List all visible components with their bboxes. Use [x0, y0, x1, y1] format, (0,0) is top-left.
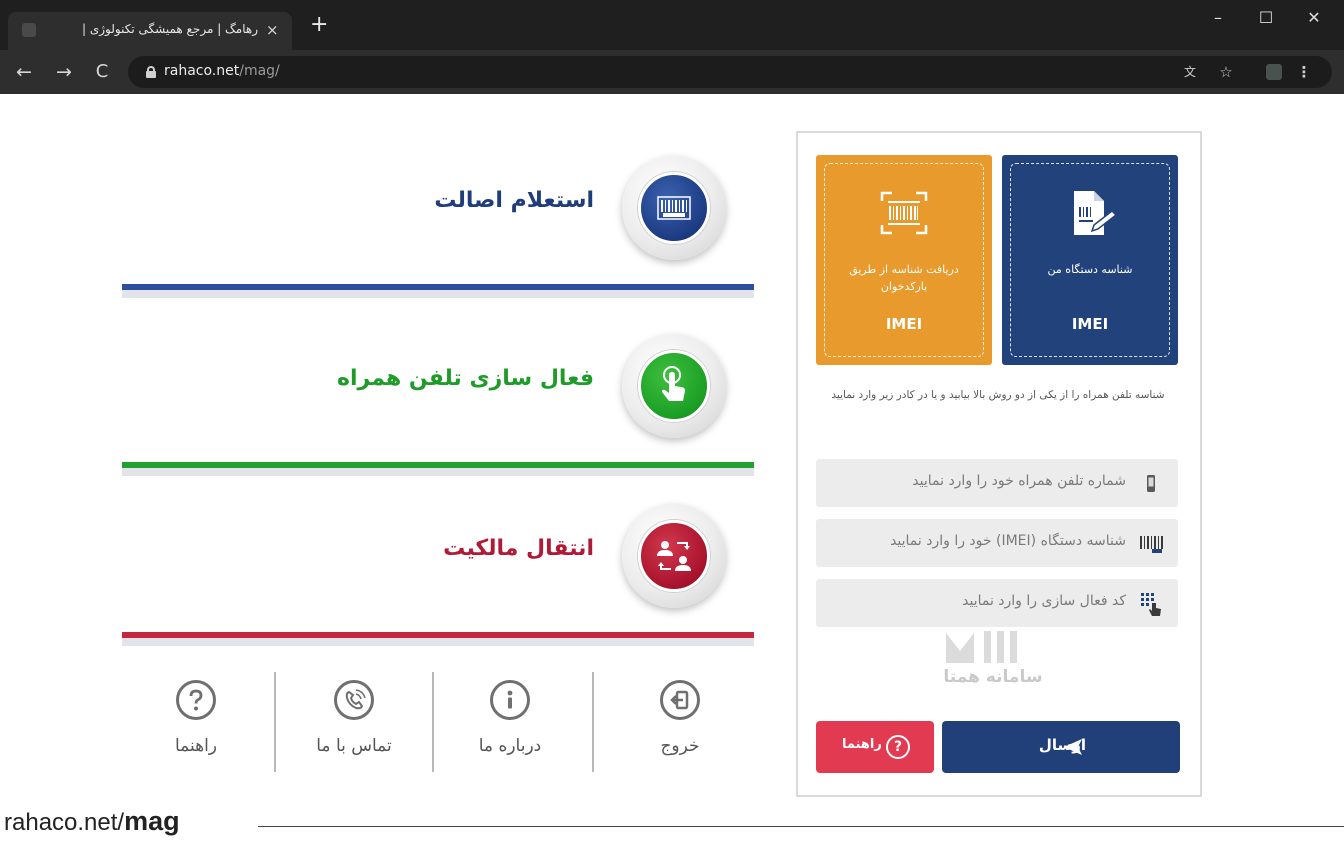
menu-circle	[622, 156, 726, 260]
help-label: راهنما	[174, 736, 218, 756]
imei-field-placeholder: شناسه دستگاه (IMEI) خود را وارد نمایید	[890, 533, 1126, 549]
imei-panel: دریافت شناسه از طریق بارکدخوان IMEI شناس…	[796, 131, 1202, 797]
browser-tab[interactable]: رهامگ | مرجع همیشگی تکنولوژی | ×	[8, 12, 292, 50]
activation-code-field[interactable]: کد فعال سازی را وارد نمایید	[816, 579, 1178, 627]
url-path: /mag/	[239, 63, 280, 79]
forward-button[interactable]: →	[52, 60, 76, 84]
site-brand-watermark: rahaco.net/mag	[4, 806, 180, 837]
browser-menu-icon[interactable]: ⋮	[1294, 62, 1314, 82]
menu-circle	[622, 504, 726, 608]
device-document-icon	[1060, 185, 1120, 249]
address-bar[interactable]: rahaco.net/mag/ 文 ☆ ⋮	[128, 56, 1332, 88]
bookmark-star-icon[interactable]: ☆	[1216, 62, 1236, 82]
bottom-divider	[274, 672, 276, 772]
bottom-divider	[592, 672, 594, 772]
exit-button[interactable]: خروج	[610, 676, 750, 776]
barcode-scan-card[interactable]: دریافت شناسه از طریق بارکدخوان IMEI	[816, 155, 992, 365]
send-button-label: ارسال	[1038, 736, 1086, 754]
window-maximize-button[interactable]: ☐	[1244, 4, 1288, 32]
my-device-id-card[interactable]: شناسه دستگاه من IMEI	[1002, 155, 1178, 365]
device-card-imei: IMEI	[1071, 315, 1109, 333]
menu-item-activation[interactable]: فعال سازی تلفن همراه	[122, 332, 754, 482]
reload-button[interactable]: C	[90, 60, 114, 84]
new-tab-button[interactable]: +	[310, 14, 328, 36]
about-label: درباره ما	[478, 736, 542, 756]
imei-field[interactable]: شناسه دستگاه (IMEI) خود را وارد نمایید	[816, 519, 1178, 567]
contact-button[interactable]: تماس با ما	[284, 676, 424, 776]
barcode-card-imei: IMEI	[885, 315, 923, 333]
activation-field-placeholder: کد فعال سازی را وارد نمایید	[962, 593, 1126, 609]
help-button[interactable]: راهنما ?	[816, 721, 934, 773]
menu-divider-shadow	[122, 638, 754, 646]
barcode-imei-icon	[638, 172, 710, 244]
menu-divider-shadow	[122, 468, 754, 476]
question-circle-icon: ?	[886, 735, 910, 759]
keypad-touch-icon	[1138, 591, 1164, 617]
brand-mag: mag	[124, 806, 180, 836]
imei-barcode-icon	[1138, 531, 1164, 557]
menu-divider-shadow	[122, 290, 754, 298]
bottom-divider	[432, 672, 434, 772]
brand-host: rahaco.net/	[4, 809, 125, 836]
phone-call-icon	[334, 680, 374, 720]
help-button-label: راهنما	[842, 737, 882, 752]
send-button[interactable]: ارسال	[942, 721, 1180, 773]
transfer-users-icon	[638, 520, 710, 592]
instruction-text: شناسه تلفن همراه را از یکی از دو روش بال…	[831, 389, 1165, 401]
help-link[interactable]: راهنما	[126, 676, 266, 776]
exit-label: خروج	[660, 736, 700, 756]
extension-icon[interactable]	[1266, 64, 1282, 80]
barcode-scanner-icon	[874, 185, 934, 245]
device-card-title: شناسه دستگاه من	[1047, 263, 1133, 276]
back-button[interactable]: ←	[12, 60, 36, 84]
menu-label-authenticity: استعلام اصالت	[434, 188, 594, 213]
info-icon	[490, 680, 530, 720]
menu-circle	[622, 334, 726, 438]
phone-field-placeholder: شماره تلفن همراه خود را وارد نمایید	[912, 473, 1126, 489]
barcode-card-title: دریافت شناسه از طریق بارکدخوان	[849, 263, 959, 293]
menu-label-ownership-transfer: انتقال مالکیت	[443, 536, 594, 561]
tab-close-icon[interactable]: ×	[266, 20, 279, 40]
menu-item-authenticity[interactable]: استعلام اصالت	[122, 154, 754, 304]
translate-icon[interactable]: 文	[1180, 62, 1200, 82]
about-button[interactable]: درباره ما	[440, 676, 580, 776]
hamta-watermark-logo: سامانه همتا	[938, 623, 1048, 703]
url-host: rahaco.net	[164, 63, 240, 79]
phone-number-field[interactable]: شماره تلفن همراه خود را وارد نمایید	[816, 459, 1178, 507]
contact-label: تماس با ما	[316, 736, 392, 756]
screen: رهامگ | مرجع همیشگی تکنولوژی | × + – ☐ ✕…	[0, 0, 1344, 846]
browser-toolbar: ← → C rahaco.net/mag/ 文 ☆ ⋮	[0, 50, 1344, 94]
browser-titlebar: رهامگ | مرجع همیشگی تکنولوژی | × + – ☐ ✕	[0, 0, 1344, 50]
window-minimize-button[interactable]: –	[1196, 4, 1240, 32]
url-text[interactable]: rahaco.net/mag/	[164, 63, 280, 79]
lock-icon	[146, 66, 156, 78]
footer-rule	[258, 826, 1344, 827]
favicon-icon	[22, 23, 36, 37]
mobile-phone-icon	[1138, 471, 1164, 497]
window-close-button[interactable]: ✕	[1292, 4, 1336, 32]
exit-icon	[660, 680, 700, 720]
tab-title: رهامگ | مرجع همیشگی تکنولوژی |	[81, 22, 258, 36]
watermark-text: سامانه همتا	[943, 667, 1043, 687]
touch-hand-icon	[638, 350, 710, 422]
help-question-icon	[176, 680, 216, 720]
menu-label-activation: فعال سازی تلفن همراه	[337, 366, 594, 391]
menu-item-ownership-transfer[interactable]: انتقال مالکیت	[122, 502, 754, 652]
